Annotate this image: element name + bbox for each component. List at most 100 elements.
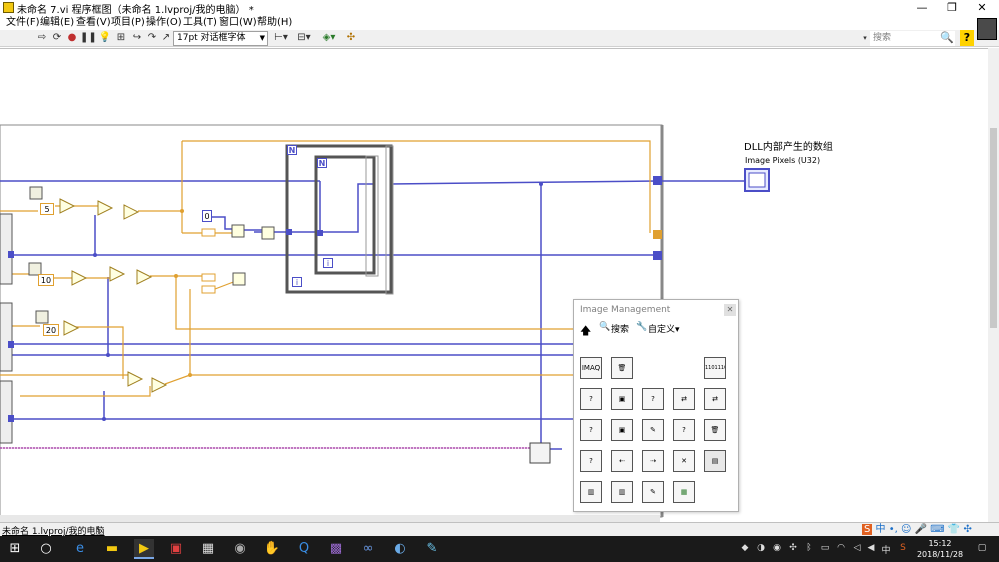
step-out-icon[interactable]: ↗ bbox=[159, 31, 173, 45]
help-icon[interactable]: ? bbox=[960, 30, 974, 46]
tray-icon-4[interactable]: ✣ bbox=[788, 543, 798, 555]
palette-item-imaq-dispose[interactable]: 🗑 bbox=[611, 357, 633, 379]
menu-view[interactable]: 查看(V) bbox=[76, 16, 111, 30]
palette-item-image-info[interactable]: ? bbox=[580, 388, 602, 410]
palette-item-get-info[interactable]: ? bbox=[642, 388, 664, 410]
menu-edit[interactable]: 编辑(E) bbox=[40, 16, 74, 30]
system-clock[interactable]: 15:12 2018/11/28 bbox=[915, 538, 965, 560]
outer-loop-count-terminal[interactable]: N bbox=[287, 145, 297, 155]
app-icon-notes[interactable]: ✎ bbox=[422, 539, 442, 559]
menu-tools[interactable]: 工具(T) bbox=[183, 16, 217, 30]
bluetooth-icon[interactable]: ᛒ bbox=[804, 543, 814, 555]
inner-loop-count-terminal[interactable]: N bbox=[317, 158, 327, 168]
palette-item-duplicate[interactable]: ▣ bbox=[611, 419, 633, 441]
sogou-icon[interactable]: S bbox=[862, 524, 873, 535]
palette-search-button[interactable]: 搜索 bbox=[611, 322, 629, 335]
align-objects-icon[interactable]: ⊢▾ bbox=[272, 31, 290, 45]
app-icon-infinity[interactable]: ∞ bbox=[358, 539, 378, 559]
ime-toolbar[interactable]: S 中 •, ☺ 🎤 ⌨ 👕 ✣ bbox=[862, 520, 972, 536]
sogou-taskbar-icon[interactable]: S bbox=[898, 543, 908, 555]
palette-item-set-image-size[interactable]: ✎ bbox=[642, 419, 664, 441]
cleanup-diagram-icon[interactable]: ✣ bbox=[344, 31, 358, 45]
app-icon-red[interactable]: ▣ bbox=[166, 539, 186, 559]
run-continuously-icon[interactable]: ⟳ bbox=[50, 31, 64, 45]
menu-file[interactable]: 文件(F) bbox=[6, 16, 40, 30]
font-select[interactable]: 17pt 对话框字体 ▼ bbox=[173, 31, 268, 46]
app-icon-grey[interactable]: ◉ bbox=[230, 539, 250, 559]
palette-item-get-bytes[interactable]: ? bbox=[580, 450, 602, 472]
palette-item-clear[interactable]: ✕ bbox=[673, 450, 695, 472]
status-scroll-left-icon[interactable]: ‹ bbox=[96, 523, 100, 534]
close-button[interactable]: ✕ bbox=[967, 0, 997, 16]
palette-item-set-pixel[interactable]: ✎ bbox=[642, 481, 664, 503]
palette-item-array-to-image[interactable]: ⇄ bbox=[704, 388, 726, 410]
skin-icon[interactable]: 👕 bbox=[948, 524, 960, 535]
menu-help[interactable]: 帮助(H) bbox=[257, 16, 292, 30]
constant-5[interactable]: 5 bbox=[40, 203, 54, 215]
calculator-icon[interactable]: ▦ bbox=[198, 539, 218, 559]
palette-item-get-pixel[interactable]: ? bbox=[673, 419, 695, 441]
step-over-icon[interactable]: ↷ bbox=[145, 31, 159, 45]
run-icon[interactable]: ⇨ bbox=[35, 31, 49, 45]
menu-project[interactable]: 项目(P) bbox=[111, 16, 145, 30]
file-explorer-icon[interactable]: ▬ bbox=[102, 539, 122, 559]
notification-icon[interactable]: ▢ bbox=[975, 543, 989, 555]
highlight-execution-icon[interactable]: 💡 bbox=[98, 31, 112, 45]
search-circle-icon[interactable]: ○ bbox=[36, 539, 56, 559]
palette-customize-button[interactable]: 自定义▾ bbox=[648, 322, 680, 335]
pause-icon[interactable]: ❚❚ bbox=[80, 31, 97, 45]
app-icon-circle[interactable]: ◐ bbox=[390, 539, 410, 559]
windows-start-icon[interactable]: ⊞ bbox=[5, 539, 25, 559]
ime-taskbar-indicator[interactable]: 中 bbox=[880, 543, 892, 556]
tools-icon[interactable]: ✣ bbox=[964, 524, 972, 535]
palette-close-button[interactable]: ✕ bbox=[724, 304, 736, 316]
search-icon[interactable]: 🔍 bbox=[940, 31, 954, 45]
palette-item-dispose-all[interactable]: 🗑 bbox=[704, 419, 726, 441]
ime-mode[interactable]: 中 bbox=[876, 524, 886, 535]
vertical-scrollbar[interactable] bbox=[988, 48, 999, 522]
horizontal-scrollbar[interactable] bbox=[0, 515, 660, 522]
search-dropdown-icon[interactable]: ▾ bbox=[862, 31, 868, 45]
distribute-objects-icon[interactable]: ⊟▾ bbox=[295, 31, 313, 45]
app-icon-blue-q[interactable]: Q bbox=[294, 539, 314, 559]
block-diagram-canvas[interactable]: 5 10 20 0 N N i i DLL内部产生的数组 Image Pixel… bbox=[0, 48, 988, 522]
tray-arrow-icon[interactable]: ◀ bbox=[866, 543, 876, 555]
vi-icon[interactable] bbox=[977, 18, 997, 40]
keyboard-icon[interactable]: ⌨ bbox=[930, 524, 944, 535]
vertical-scroll-thumb[interactable] bbox=[990, 128, 997, 328]
emoji-icon[interactable]: ☺ bbox=[901, 524, 911, 535]
palette-item-image-border[interactable]: ▦ bbox=[673, 481, 695, 503]
menu-window[interactable]: 窗口(W) bbox=[219, 16, 257, 30]
tray-icon-2[interactable]: ◑ bbox=[756, 543, 766, 555]
app-icon-hand[interactable]: ✋ bbox=[262, 539, 282, 559]
step-into-icon[interactable]: ↪ bbox=[130, 31, 144, 45]
app-icon-purple[interactable]: ▩ bbox=[326, 539, 346, 559]
minimize-button[interactable]: — bbox=[907, 0, 937, 16]
palette-item-image-to-array[interactable]: ⇄ bbox=[673, 388, 695, 410]
wifi-icon[interactable]: ◠ bbox=[836, 543, 846, 555]
up-arrow-icon[interactable]: 🡅 bbox=[580, 322, 591, 341]
palette-item-set-column[interactable]: ▥ bbox=[611, 481, 633, 503]
tray-icon-3[interactable]: ◉ bbox=[772, 543, 782, 555]
reorder-icon[interactable]: ◈▾ bbox=[320, 31, 338, 45]
constant-0[interactable]: 0 bbox=[202, 210, 212, 222]
palette-folder-external[interactable]: ▤ bbox=[704, 450, 726, 472]
constant-10[interactable]: 10 bbox=[38, 274, 54, 286]
palette-item-imaq-create[interactable]: IMAQ bbox=[580, 357, 602, 379]
menu-operate[interactable]: 操作(O) bbox=[146, 16, 182, 30]
edge-browser-icon[interactable]: e bbox=[70, 539, 90, 559]
maximize-button[interactable]: ❐ bbox=[937, 0, 967, 16]
abort-icon[interactable]: ● bbox=[65, 31, 79, 45]
mic-icon[interactable]: 🎤 bbox=[915, 524, 927, 535]
palette-search-icon[interactable]: 🔍 bbox=[599, 322, 610, 332]
palette-item-get-pointer[interactable]: ▥ bbox=[580, 481, 602, 503]
labview-taskbar-icon[interactable]: ▶ bbox=[134, 539, 154, 559]
retain-wire-values-icon[interactable]: ⊞ bbox=[114, 31, 128, 45]
tray-icon-1[interactable]: ◆ bbox=[740, 543, 750, 555]
palette-item-binary[interactable]: 1101110 bbox=[704, 357, 726, 379]
volume-icon[interactable]: ◁ bbox=[852, 543, 862, 555]
palette-item-get-row[interactable]: ⇠ bbox=[611, 450, 633, 472]
punctuation-icon[interactable]: •, bbox=[889, 524, 898, 535]
palette-item-set-row[interactable]: ⇢ bbox=[642, 450, 664, 472]
palette-item-copy[interactable]: ▣ bbox=[611, 388, 633, 410]
